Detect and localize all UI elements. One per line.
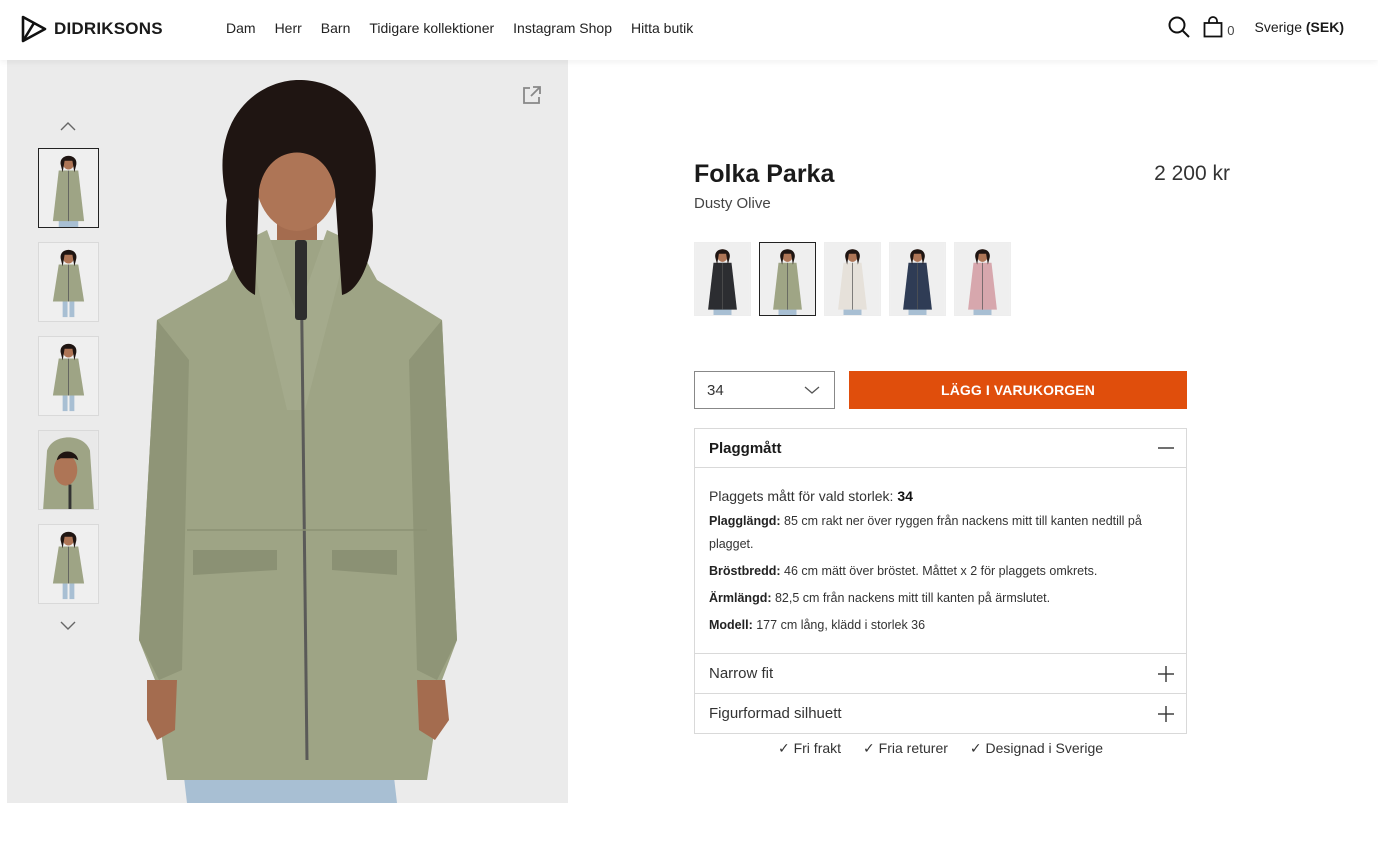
model-figure xyxy=(39,243,98,321)
measurement-text: 177 cm lång, klädd i storlek 36 xyxy=(756,618,926,632)
accordion-silhouette-header[interactable]: Figurformad silhuett xyxy=(695,693,1186,733)
model-figure xyxy=(890,243,945,315)
product-gallery xyxy=(7,60,568,803)
nav-item-dam[interactable]: Dam xyxy=(226,20,256,36)
gallery-thumbnail[interactable] xyxy=(38,524,99,604)
product-accordion: Plaggmått Plaggets mått för vald storlek… xyxy=(694,428,1187,734)
accordion-silhouette-title: Figurformad silhuett xyxy=(709,705,842,722)
model-figure xyxy=(695,243,750,315)
gallery-thumbnail[interactable] xyxy=(38,430,99,510)
region-currency: (SEK) xyxy=(1305,19,1344,35)
chevron-down-icon[interactable] xyxy=(59,620,77,632)
measurement-label: Modell: xyxy=(709,618,753,632)
color-swatch[interactable] xyxy=(759,242,816,316)
gallery-thumbnail[interactable] xyxy=(38,336,99,416)
cart-button[interactable]: 0 xyxy=(1203,16,1235,38)
thumbnail-list xyxy=(38,148,99,604)
measurement-row: Plagglängd: 85 cm rakt ner över ryggen f… xyxy=(709,510,1172,556)
color-name: Dusty Olive xyxy=(694,195,771,212)
accordion-narrow-fit-header[interactable]: Narrow fit xyxy=(695,653,1186,693)
external-link-icon[interactable] xyxy=(521,84,543,106)
measurement-label: Bröstbredd: xyxy=(709,564,781,578)
nav-item-herr[interactable]: Herr xyxy=(275,20,302,36)
add-to-cart-button[interactable]: LÄGG I VARUKORGEN xyxy=(849,371,1187,409)
measurements-lead: Plaggets mått för vald storlek: 34 xyxy=(709,485,1172,508)
color-swatch[interactable] xyxy=(954,242,1011,316)
measurement-row: Modell: 177 cm lång, klädd i storlek 36 xyxy=(709,614,1172,637)
nav-item-hitta-butik[interactable]: Hitta butik xyxy=(631,20,693,36)
product-price: 2 200 kr xyxy=(1154,162,1230,185)
measurement-text: 82,5 cm från nackens mitt till kanten på… xyxy=(774,591,1051,605)
measurement-row: Bröstbredd: 46 cm mätt över bröstet. Måt… xyxy=(709,560,1172,583)
model-figure xyxy=(39,337,98,415)
site-header: DIDRIKSONS Dam Herr Barn Tidigare kollek… xyxy=(0,0,1378,60)
plus-icon xyxy=(1158,665,1174,682)
color-swatch[interactable] xyxy=(694,242,751,316)
model-figure xyxy=(825,243,880,315)
logo-text: DIDRIKSONS xyxy=(54,19,163,38)
chevron-down-icon xyxy=(804,386,820,394)
logo-mark-icon xyxy=(21,15,47,43)
plus-icon xyxy=(1158,705,1174,722)
header-actions: 0 Sverige (SEK) xyxy=(1167,15,1344,39)
color-swatch[interactable] xyxy=(824,242,881,316)
size-select[interactable]: 34 xyxy=(694,371,835,409)
measurements-lead-label: Plaggets mått för vald storlek: xyxy=(709,488,894,504)
region-selector[interactable]: Sverige (SEK) xyxy=(1255,19,1344,35)
nav-item-barn[interactable]: Barn xyxy=(321,20,351,36)
product-title: Folka Parka xyxy=(694,160,835,188)
model-figure xyxy=(39,149,98,227)
main-product-image[interactable] xyxy=(127,80,467,803)
usp-free-shipping: ✓ Fri frakt xyxy=(777,740,842,756)
accordion-narrow-fit-title: Narrow fit xyxy=(709,665,774,682)
selected-size: 34 xyxy=(707,381,724,399)
usp-designed-in-sweden: ✓ Designad i Sverige xyxy=(969,740,1104,756)
shopping-bag-icon xyxy=(1203,16,1223,38)
measurements-content: Plaggets mått för vald storlek: 34 Plagg… xyxy=(695,468,1186,653)
usp-list: ✓ Fri frakt ✓ Fria returer ✓ Designad i … xyxy=(694,740,1187,757)
measurement-row: Ärmlängd: 82,5 cm från nackens mitt till… xyxy=(709,587,1172,610)
nav-item-instagram-shop[interactable]: Instagram Shop xyxy=(513,20,612,36)
measurement-label: Ärmlängd: xyxy=(709,591,772,605)
search-icon[interactable] xyxy=(1167,15,1191,39)
accordion-plaggmatt-header[interactable]: Plaggmått xyxy=(695,429,1186,468)
main-nav: Dam Herr Barn Tidigare kollektioner Inst… xyxy=(226,20,693,36)
nav-item-tidigare-kollektioner[interactable]: Tidigare kollektioner xyxy=(369,20,494,36)
model-figure xyxy=(39,431,98,509)
gallery-thumbnail[interactable] xyxy=(38,242,99,322)
logo[interactable]: DIDRIKSONS xyxy=(20,15,163,43)
measurement-label: Plagglängd: xyxy=(709,514,781,528)
accordion-plaggmatt-title: Plaggmått xyxy=(709,439,782,457)
color-swatches xyxy=(694,242,1011,316)
chevron-up-icon[interactable] xyxy=(59,120,77,132)
model-figure xyxy=(39,525,98,603)
model-figure xyxy=(760,243,815,315)
measurements-lead-value: 34 xyxy=(897,488,913,504)
region-country: Sverige xyxy=(1254,19,1302,35)
gallery-thumbnail[interactable] xyxy=(38,148,99,228)
minus-icon xyxy=(1158,447,1174,449)
model-figure xyxy=(955,243,1010,315)
measurement-text: 46 cm mätt över bröstet. Måttet x 2 för … xyxy=(784,564,1098,578)
usp-free-returns: ✓ Fria returer xyxy=(863,740,948,756)
color-swatch[interactable] xyxy=(889,242,946,316)
cart-count: 0 xyxy=(1227,23,1235,38)
